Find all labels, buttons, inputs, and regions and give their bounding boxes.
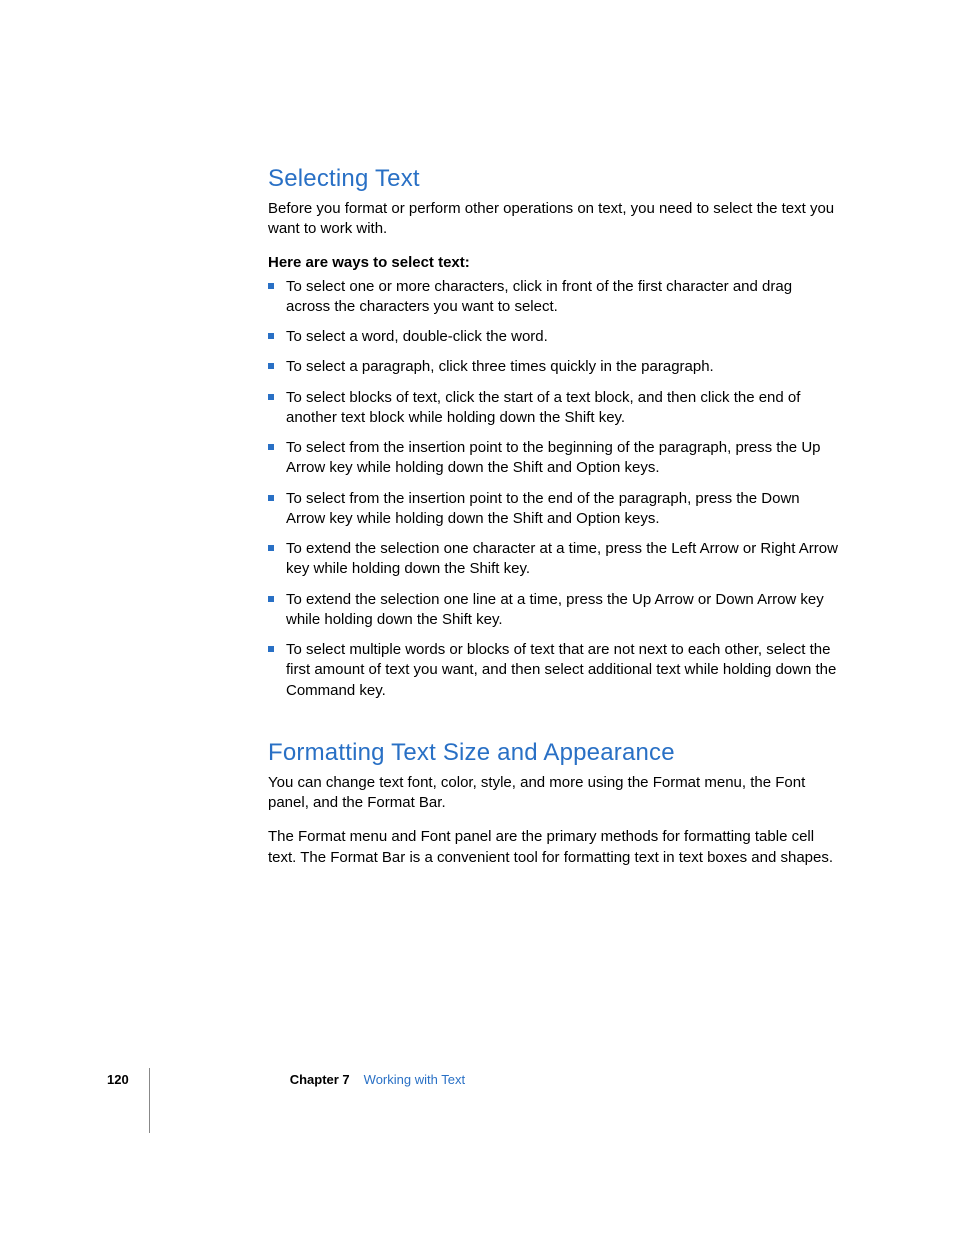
subhead: Here are ways to select text:	[268, 254, 840, 271]
list-item: To select a paragraph, click three times…	[268, 357, 840, 377]
page-number: 120	[107, 1072, 129, 1087]
list-item: To select a word, double-click the word.	[268, 327, 840, 347]
body-paragraph: You can change text font, color, style, …	[268, 773, 840, 814]
section-heading: Selecting Text	[268, 165, 840, 193]
page-content: Selecting Text Before you format or perf…	[268, 165, 840, 882]
chapter-label: Chapter 7	[290, 1072, 350, 1087]
footer-divider	[149, 1068, 150, 1133]
list-item: To select multiple words or blocks of te…	[268, 640, 840, 701]
chapter-title: Working with Text	[364, 1072, 465, 1087]
list-item: To select from the insertion point to th…	[268, 438, 840, 479]
list-item: To extend the selection one line at a ti…	[268, 590, 840, 631]
list-item: To select blocks of text, click the star…	[268, 388, 840, 429]
list-item: To select one or more characters, click …	[268, 277, 840, 318]
intro-paragraph: Before you format or perform other opera…	[268, 199, 840, 240]
footer-text: Chapter 7 Working with Text	[290, 1072, 465, 1087]
list-item: To select from the insertion point to th…	[268, 489, 840, 530]
section-formatting-text: Formatting Text Size and Appearance You …	[268, 739, 840, 868]
page-footer: 120 Chapter 7 Working with Text	[107, 1072, 465, 1137]
body-paragraph: The Format menu and Font panel are the p…	[268, 827, 840, 868]
list-item: To extend the selection one character at…	[268, 539, 840, 580]
section-selecting-text: Selecting Text Before you format or perf…	[268, 165, 840, 701]
section-heading: Formatting Text Size and Appearance	[268, 739, 840, 767]
bullet-list: To select one or more characters, click …	[268, 277, 840, 701]
